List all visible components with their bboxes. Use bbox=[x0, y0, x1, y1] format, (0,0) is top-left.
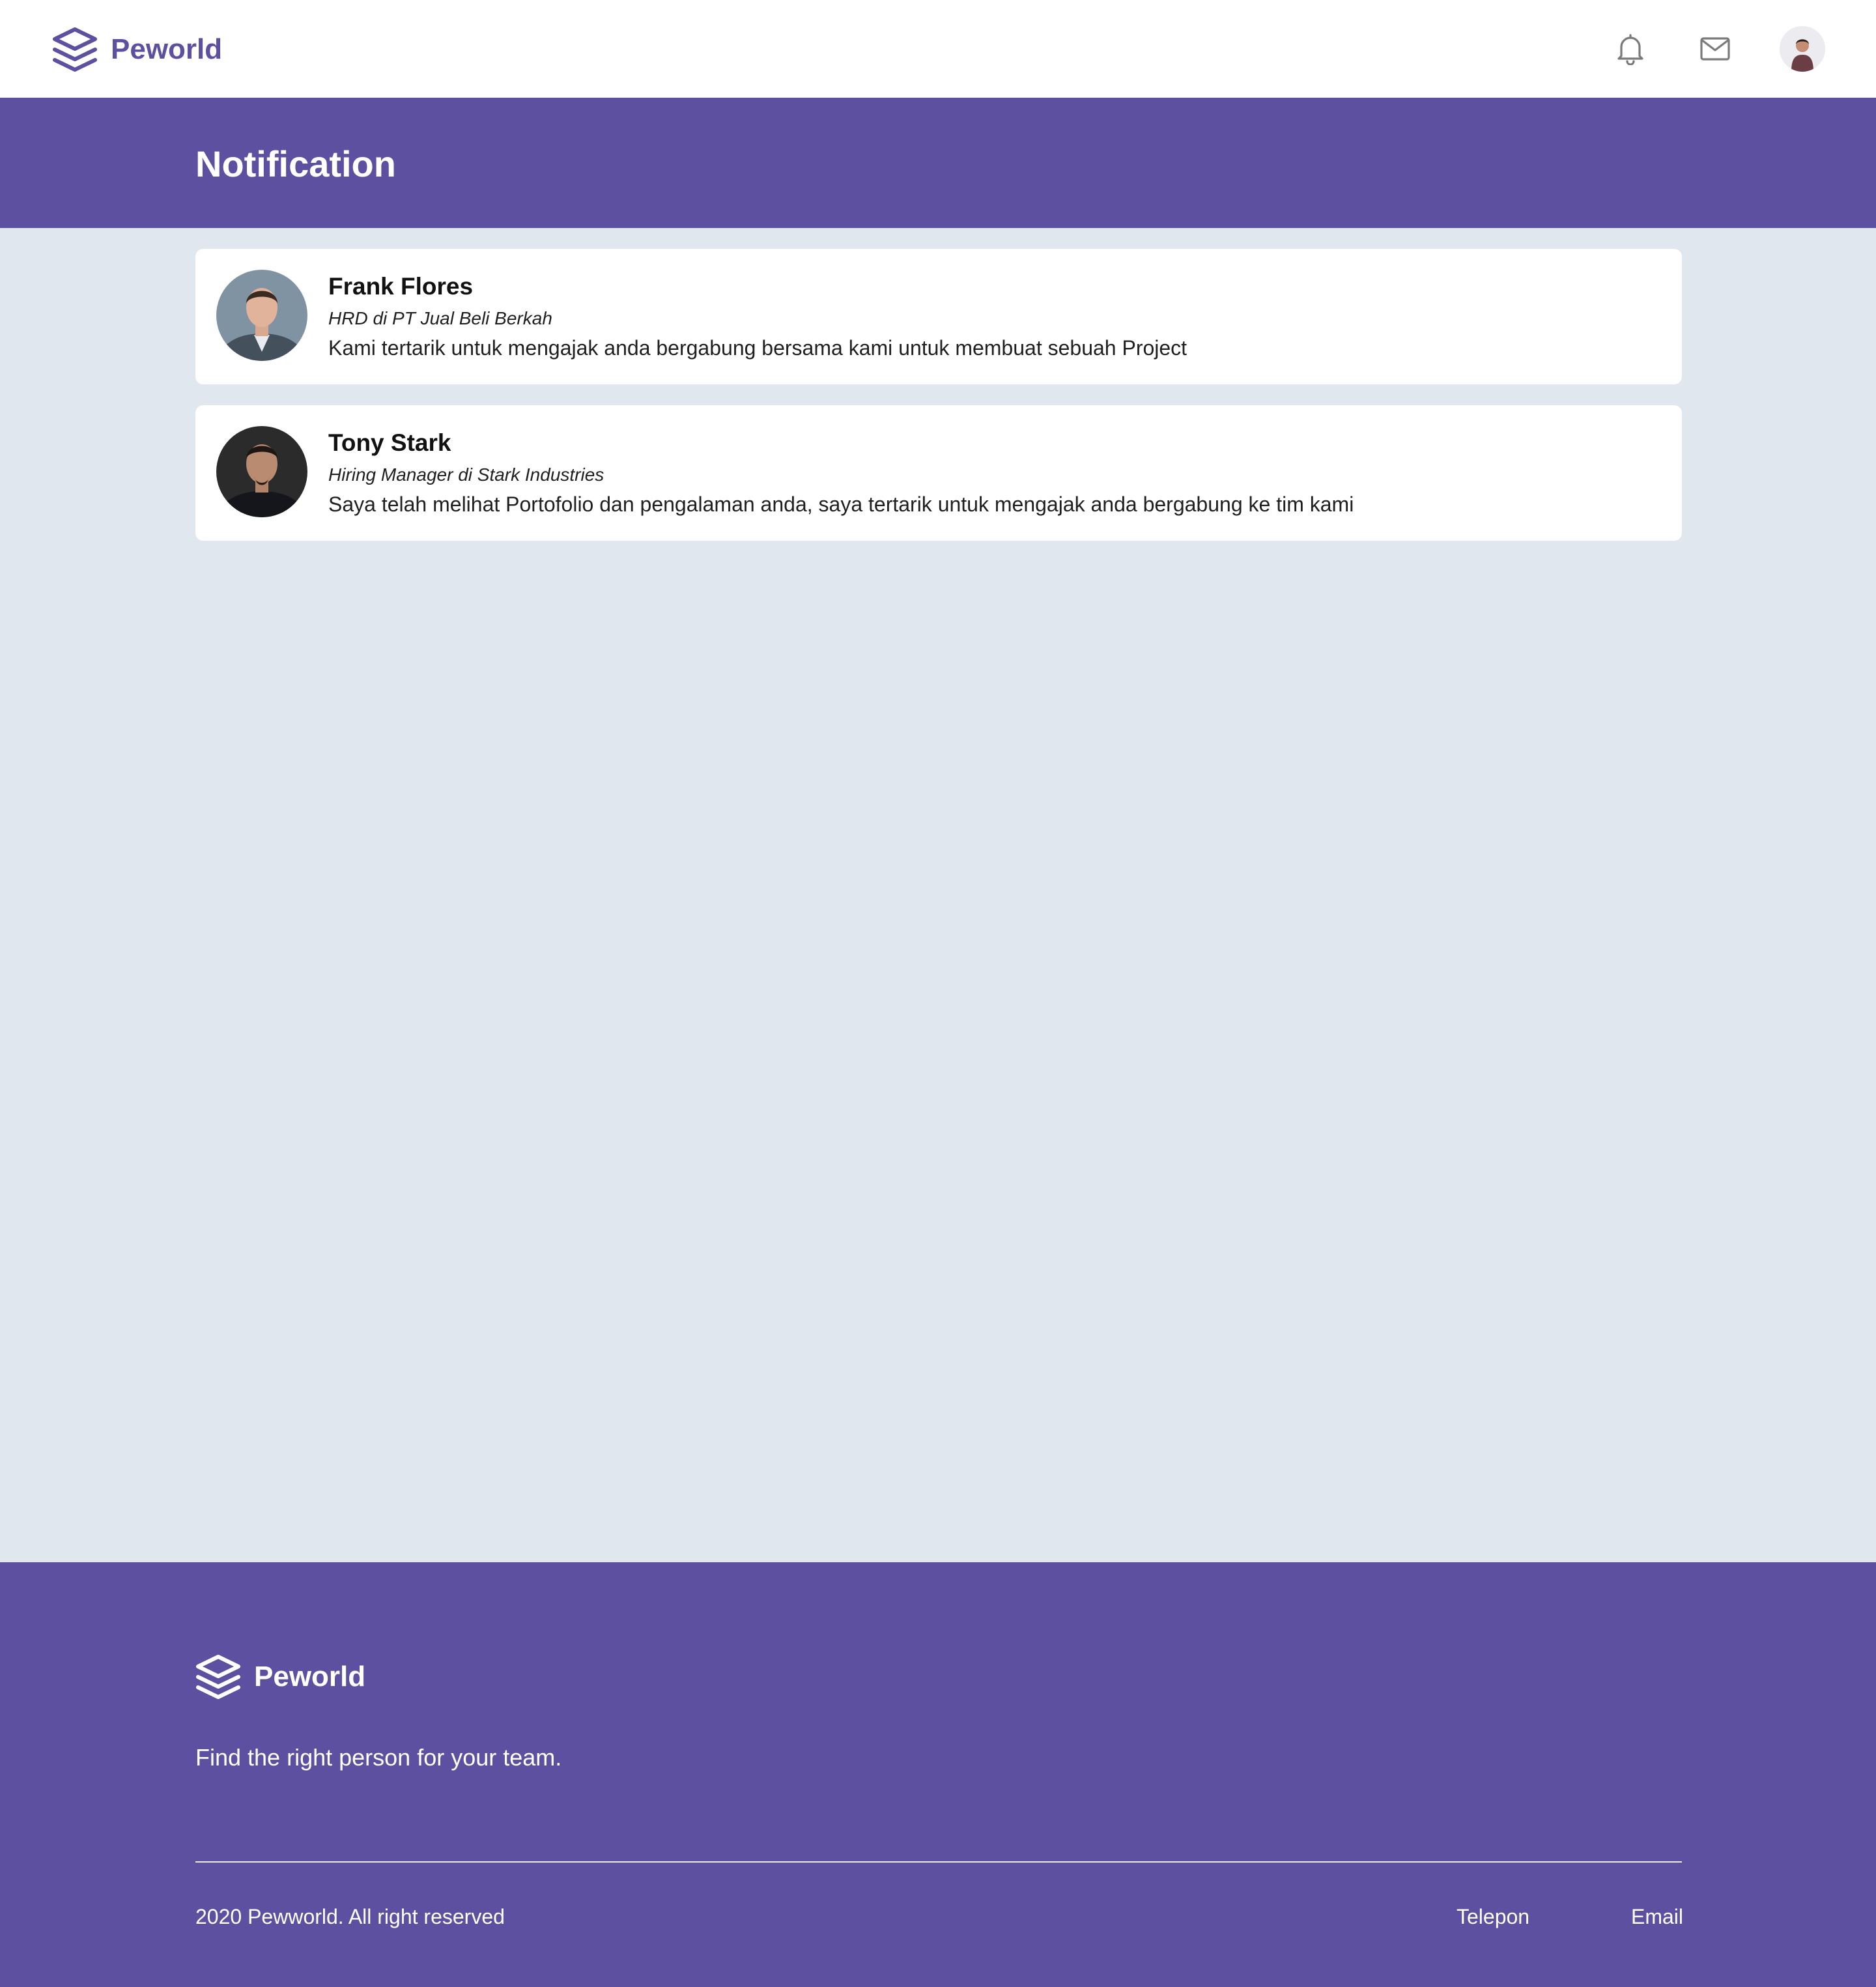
notification-message: Kami tertarik untuk mengajak anda bergab… bbox=[328, 336, 1187, 360]
sender-name: Tony Stark bbox=[328, 429, 451, 456]
footer-divider bbox=[195, 1861, 1682, 1863]
notification-message: Saya telah melihat Portofolio dan pengal… bbox=[328, 493, 1354, 516]
footer-link-email[interactable]: Email bbox=[1631, 1904, 1683, 1930]
brand-name: Peworld bbox=[111, 33, 223, 65]
footer-copyright: 2020 Pewworld. All right reserved bbox=[195, 1905, 505, 1928]
layers-logo-icon bbox=[52, 26, 98, 73]
footer: Peworld Find the right person for your t… bbox=[0, 1562, 1876, 1987]
footer-tagline: Find the right person for your team. bbox=[195, 1744, 562, 1771]
footer-brand: Peworld bbox=[195, 1653, 365, 1700]
footer-link-telepon[interactable]: Telepon bbox=[1457, 1904, 1529, 1930]
sender-avatar bbox=[216, 426, 307, 517]
bell-icon[interactable] bbox=[1609, 26, 1652, 72]
sender-avatar bbox=[216, 270, 307, 361]
footer-brand-name: Peworld bbox=[254, 1661, 366, 1693]
sender-role: HRD di PT Jual Beli Berkah bbox=[328, 308, 552, 328]
sender-name: Frank Flores bbox=[328, 273, 474, 300]
notification-card[interactable]: Frank Flores HRD di PT Jual Beli Berkah … bbox=[195, 249, 1682, 384]
mail-icon[interactable] bbox=[1694, 26, 1737, 72]
layers-logo-icon bbox=[195, 1653, 241, 1700]
notification-card[interactable]: Tony Stark Hiring Manager di Stark Indus… bbox=[195, 405, 1682, 541]
sender-role: Hiring Manager di Stark Industries bbox=[328, 465, 604, 485]
page-title: Notification bbox=[195, 143, 396, 184]
page-header: Notification bbox=[0, 98, 1876, 228]
user-avatar[interactable] bbox=[1780, 26, 1825, 72]
navbar: Peworld bbox=[0, 0, 1876, 98]
brand-logo-link[interactable]: Peworld bbox=[52, 26, 222, 73]
